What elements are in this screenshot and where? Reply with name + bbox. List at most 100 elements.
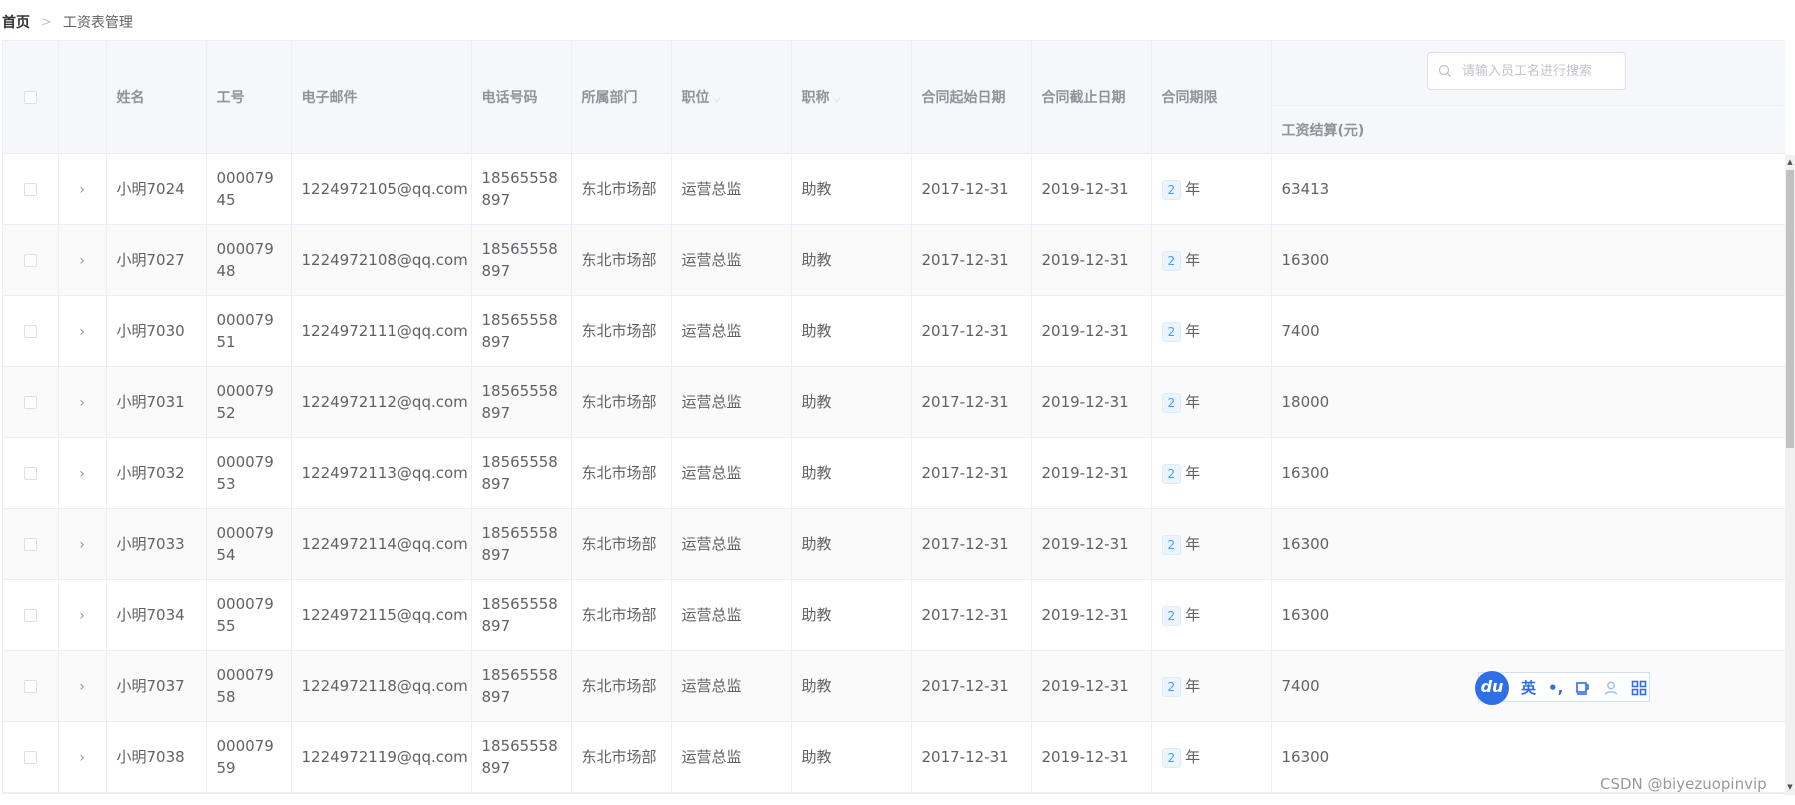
ime-items: 英 •, <box>1521 677 1647 698</box>
cell-contract-term: 2年 <box>1151 366 1272 438</box>
cell-contract-end: 2019-12-31 <box>1031 366 1152 438</box>
cell-salary: 16300 <box>1271 579 1785 651</box>
row-checkbox[interactable] <box>23 609 37 622</box>
term-badge: 2 <box>1161 676 1182 697</box>
chevron-right-icon[interactable]: › <box>79 254 85 268</box>
user-icon[interactable] <box>1603 680 1619 696</box>
ime-punctuation-toggle[interactable]: •, <box>1548 679 1563 697</box>
ime-language-toggle[interactable]: 英 <box>1521 677 1536 698</box>
header-salary: 工资结算(元) <box>1271 105 1785 154</box>
chevron-right-icon[interactable]: › <box>79 183 85 197</box>
ime-toolbar[interactable]: du 英 •, <box>1475 671 1650 705</box>
chevron-right-icon[interactable]: › <box>79 751 85 765</box>
row-checkbox[interactable] <box>23 680 37 693</box>
cell-position: 运营总监 <box>671 650 792 722</box>
search-input[interactable] <box>1460 62 1624 80</box>
cell-contract-end: 2019-12-31 <box>1031 579 1152 651</box>
cell-contract-start: 2017-12-31 <box>911 153 1032 225</box>
header-department: 所属部门 <box>571 41 672 154</box>
cell-title: 助教 <box>791 650 912 722</box>
cell-phone: 18565558897 <box>471 224 572 296</box>
chevron-right-icon[interactable]: › <box>79 467 85 481</box>
term-unit: 年 <box>1185 535 1201 553</box>
cell-contract-start: 2017-12-31 <box>911 366 1032 438</box>
chevron-right-icon[interactable]: › <box>79 538 85 552</box>
ime-logo[interactable]: du <box>1475 671 1509 705</box>
cell-job-no: 00007958 <box>206 650 292 722</box>
cell-title: 助教 <box>791 721 912 793</box>
cell-contract-term: 2年 <box>1151 508 1272 580</box>
header-expand <box>58 41 107 154</box>
search-input-box[interactable] <box>1427 52 1626 90</box>
table-row[interactable]: › 小明7032 00007953 1224972113@qq.com 18565558… <box>3 437 1785 509</box>
cell-email: 1224972119@qq.com <box>291 721 472 793</box>
row-checkbox[interactable] <box>23 467 37 480</box>
cell-department: 东北市场部 <box>571 153 672 225</box>
table-row[interactable]: › 小明7030 00007951 1224972111@qq.com 18565558… <box>3 295 1785 367</box>
table-row[interactable]: › 小明7024 00007945 1224972105@qq.com 18565558… <box>3 153 1785 225</box>
cell-salary: 16300 <box>1271 508 1785 580</box>
row-checkbox[interactable] <box>23 751 37 764</box>
cell-contract-term: 2年 <box>1151 295 1272 367</box>
cell-department: 东北市场部 <box>571 508 672 580</box>
table-row[interactable]: › 小明7031 00007952 1224972112@qq.com 18565558… <box>3 366 1785 438</box>
cup-icon[interactable] <box>1575 680 1591 696</box>
cell-email: 1224972111@qq.com <box>291 295 472 367</box>
row-checkbox[interactable] <box>23 183 37 196</box>
row-select-cell <box>3 508 59 580</box>
row-expand-cell: › <box>58 650 107 722</box>
vertical-scrollbar-thumb[interactable] <box>1786 170 1794 448</box>
row-checkbox[interactable] <box>23 396 37 409</box>
cell-contract-term: 2年 <box>1151 579 1272 651</box>
cell-phone: 18565558897 <box>471 437 572 509</box>
scroll-up-arrow-icon[interactable]: ▲ <box>1786 157 1794 167</box>
term-unit: 年 <box>1185 748 1201 766</box>
cell-job-no: 00007945 <box>206 153 292 225</box>
header-select-all <box>3 41 59 154</box>
grid-icon[interactable] <box>1631 680 1647 696</box>
row-expand-cell: › <box>58 224 107 296</box>
table-row[interactable]: › 小明7038 00007959 1224972119@qq.com 18565558… <box>3 721 1785 793</box>
term-badge: 2 <box>1161 250 1182 271</box>
row-checkbox[interactable] <box>23 325 37 338</box>
chevron-right-icon[interactable]: › <box>79 680 85 694</box>
cell-position: 运营总监 <box>671 153 792 225</box>
cell-department: 东北市场部 <box>571 579 672 651</box>
table-row[interactable]: › 小明7033 00007954 1224972114@qq.com 18565558… <box>3 508 1785 580</box>
cell-title: 助教 <box>791 437 912 509</box>
breadcrumb-home[interactable]: 首页 <box>2 12 30 32</box>
row-checkbox[interactable] <box>23 538 37 551</box>
table-row[interactable]: › 小明7034 00007955 1224972115@qq.com 18565558… <box>3 579 1785 651</box>
cell-name: 小明7030 <box>106 295 207 367</box>
cell-contract-start: 2017-12-31 <box>911 721 1032 793</box>
scroll-down-arrow-icon[interactable]: ▼ <box>1786 782 1794 792</box>
cell-contract-end: 2019-12-31 <box>1031 508 1152 580</box>
cell-department: 东北市场部 <box>571 721 672 793</box>
chevron-down-icon[interactable]: ⌵ <box>833 94 841 105</box>
chevron-right-icon[interactable]: › <box>79 609 85 623</box>
term-unit: 年 <box>1185 251 1201 269</box>
cell-title: 助教 <box>791 224 912 296</box>
breadcrumb-separator: > <box>41 14 52 30</box>
cell-job-no: 00007959 <box>206 721 292 793</box>
row-select-cell <box>3 224 59 296</box>
select-all-checkbox[interactable] <box>23 90 37 104</box>
chevron-right-icon[interactable]: › <box>79 396 85 410</box>
chevron-down-icon[interactable]: ⌵ <box>713 94 721 105</box>
term-unit: 年 <box>1185 606 1201 624</box>
table-row[interactable]: › 小明7027 00007948 1224972108@qq.com 18565558… <box>3 224 1785 296</box>
chevron-right-icon[interactable]: › <box>79 325 85 339</box>
cell-phone: 18565558897 <box>471 650 572 722</box>
term-unit: 年 <box>1185 322 1201 340</box>
header-title[interactable]: 职称 ⌵ <box>791 41 912 154</box>
row-checkbox[interactable] <box>23 254 37 267</box>
row-expand-cell: › <box>58 437 107 509</box>
cell-contract-term: 2年 <box>1151 153 1272 225</box>
cell-phone: 18565558897 <box>471 721 572 793</box>
cell-position: 运营总监 <box>671 579 792 651</box>
term-badge: 2 <box>1161 321 1182 342</box>
search-icon <box>1438 64 1451 77</box>
header-position[interactable]: 职位 ⌵ <box>671 41 792 154</box>
cell-name: 小明7024 <box>106 153 207 225</box>
cell-name: 小明7027 <box>106 224 207 296</box>
